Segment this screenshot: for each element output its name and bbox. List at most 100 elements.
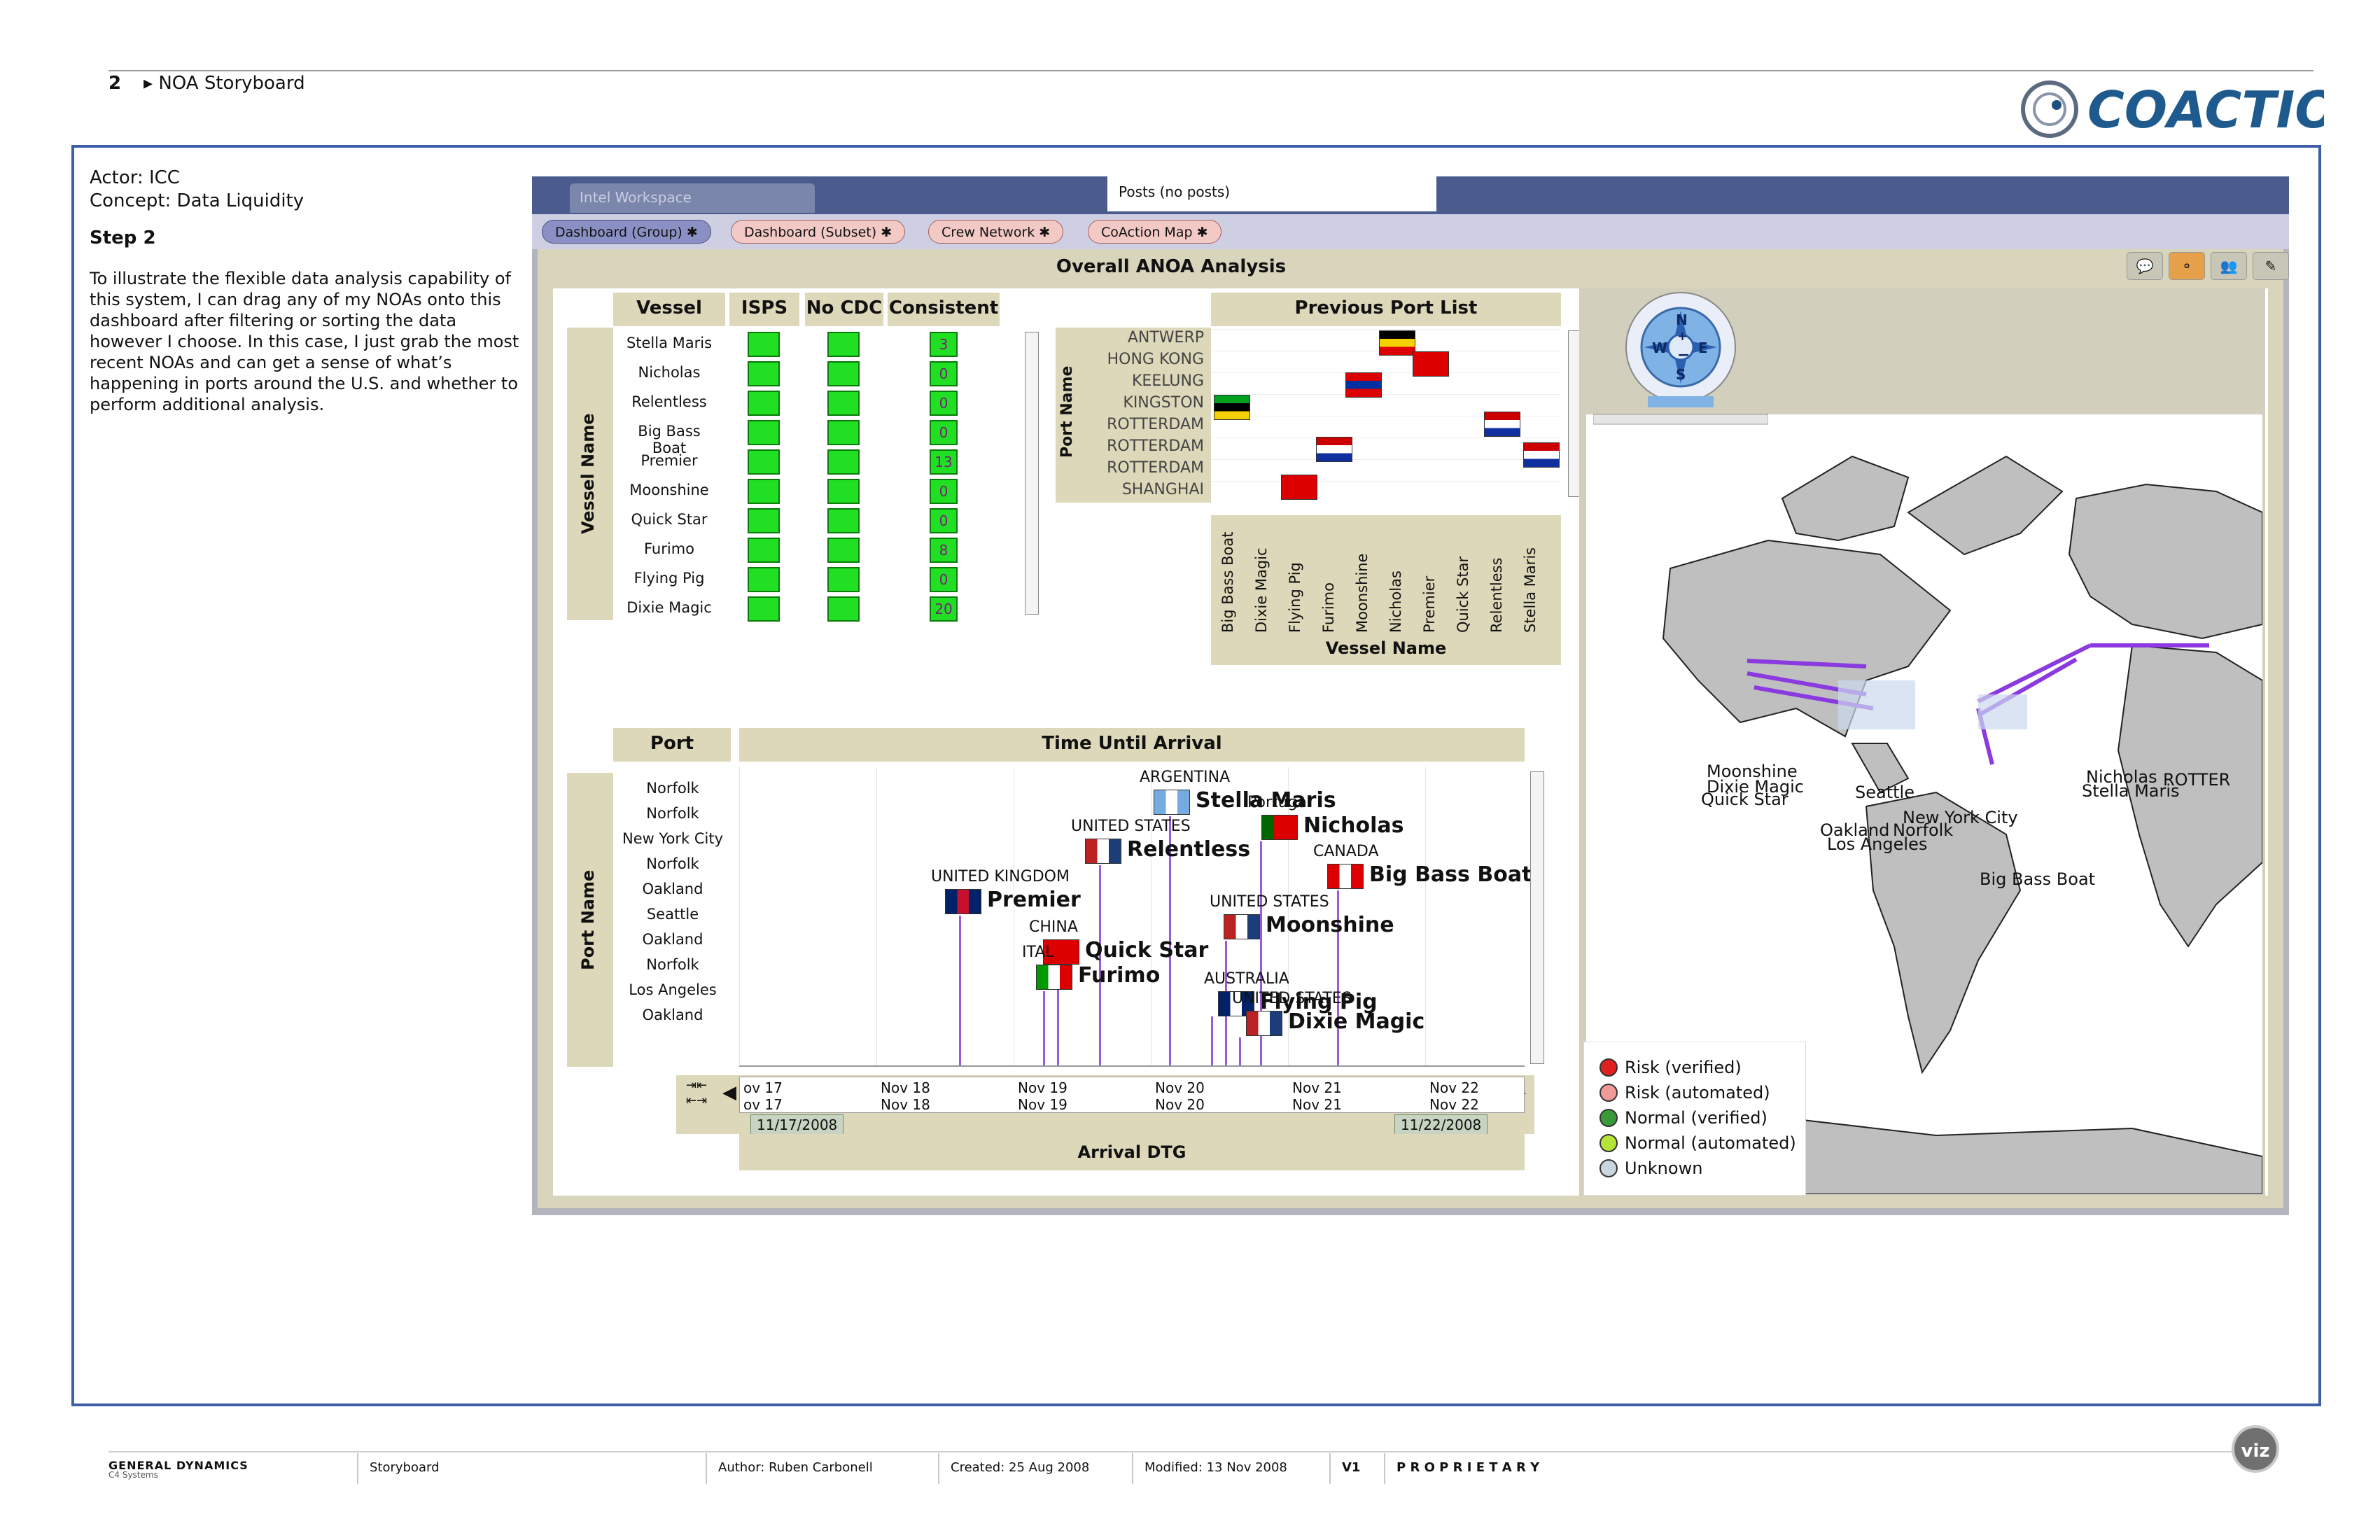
vessel-name-cell[interactable]: Quick Star — [620, 511, 718, 528]
vessel-name-cell[interactable]: Stella Maris — [620, 335, 718, 351]
posts-panel[interactable]: Posts (no posts) — [1107, 176, 1436, 211]
tab-dashboard-subset[interactable]: Dashboard (Subset) ✱ — [731, 220, 906, 244]
map-legend: Risk (verified) Risk (automated) Normal (v… — [1583, 1042, 1806, 1196]
map-location-label[interactable]: ROTTER — [2163, 770, 2230, 790]
timeline-port-label: Los Angeles — [629, 981, 717, 998]
vessel-name-cell[interactable]: Dixie Magic — [620, 599, 718, 616]
people-icon[interactable]: 👥 — [2211, 252, 2247, 280]
arrival-stem — [959, 916, 961, 1065]
arrival-stem — [1239, 1037, 1241, 1065]
previous-port-label: ROTTERDAM — [1107, 438, 1204, 455]
zoom-in-icon[interactable]: ⇥⇤ — [686, 1078, 707, 1093]
timeline-prev-icon[interactable]: ◀ — [722, 1082, 736, 1103]
comment-icon[interactable]: 💬 — [2127, 252, 2163, 280]
port-list-vessel-label[interactable]: Quick Star — [1455, 521, 1471, 633]
date-tick-label: Nov 21 — [1292, 1096, 1342, 1113]
svg-text:+: + — [1677, 329, 1688, 344]
tab-coaction-map[interactable]: CoAction Map ✱ — [1088, 220, 1222, 244]
arrival-dtg-label: Arrival DTG — [739, 1134, 1525, 1170]
connect-icon[interactable]: ⚬ — [2169, 252, 2205, 280]
isps-indicator — [748, 332, 780, 357]
vessel-name-cell[interactable]: Big Bass Boat — [620, 423, 718, 456]
vessel-axis-label: Vessel Name — [578, 413, 598, 535]
no-cdc-indicator — [827, 596, 860, 622]
timeline-baseline — [739, 1065, 1525, 1067]
arrival-vessel[interactable]: Premier — [987, 888, 1081, 912]
vessel-name-cell[interactable]: Nicholas — [620, 364, 718, 381]
vessel-name-cell[interactable]: Relentless — [620, 393, 718, 410]
port-list-vessel-label[interactable]: Furimo — [1320, 521, 1337, 633]
zoom-out-icon[interactable]: ⇤⇥ — [686, 1093, 707, 1108]
vessel-column-header[interactable]: Vessel — [613, 293, 725, 326]
tab-dashboard-group[interactable]: Dashboard (Group) ✱ — [542, 220, 711, 244]
port-list-vessel-label[interactable]: Dixie Magic — [1253, 521, 1270, 633]
step-description: To illustrate the flexible data analysis… — [90, 269, 519, 414]
vessel-name-cell[interactable]: Flying Pig — [620, 570, 718, 587]
port-list-vessel-label[interactable]: Moonshine — [1354, 521, 1371, 633]
map-location-label[interactable]: Norfolk — [1893, 820, 1953, 840]
previous-port-title: Previous Port List — [1211, 293, 1561, 326]
port-list-vessel-label[interactable]: Premier — [1421, 521, 1438, 633]
date-tick-label: Nov 19 — [1018, 1079, 1068, 1096]
consistent-column-header[interactable]: Consistent — [888, 293, 1000, 326]
map-location-label[interactable]: Quick Star — [1701, 790, 1788, 809]
port-column-header[interactable]: Port — [613, 728, 731, 762]
arrival-vessel[interactable]: Dixie Magic — [1288, 1009, 1424, 1034]
map-location-label[interactable]: Big Bass Boat — [1980, 869, 2095, 889]
port-list-vessel-label[interactable]: Stella Maris — [1522, 521, 1539, 633]
vessel-name-cell[interactable]: Premier — [620, 452, 718, 469]
arrival-vessel[interactable]: Moonshine — [1266, 913, 1394, 937]
posts-label: Posts (no posts) — [1119, 183, 1231, 200]
isps-indicator — [748, 596, 780, 622]
timeline-port-label: New York City — [622, 830, 723, 847]
no-cdc-indicator — [827, 567, 860, 592]
consistent-value: 0 — [930, 508, 958, 533]
footer-doc-type: Storyboard — [357, 1453, 700, 1484]
legend-label: Risk (verified) — [1625, 1058, 1742, 1077]
legend-label: Risk (automated) — [1625, 1083, 1770, 1102]
timeline-gridline — [1151, 767, 1152, 1065]
previous-port-label: ROTTERDAM — [1107, 416, 1204, 433]
arrival-vessel[interactable]: Big Bass Boat — [1369, 862, 1532, 887]
vessel-table-scrollbar[interactable] — [1025, 332, 1039, 615]
range-end-date[interactable]: 11/22/2008 — [1394, 1114, 1488, 1135]
footer-created: Created: 25 Aug 2008 — [938, 1453, 1130, 1484]
legend-item: Normal (verified) — [1600, 1108, 1768, 1128]
compass-n: N — [1676, 312, 1688, 328]
port-axis-label: Port Name — [1058, 365, 1076, 458]
wrench-icon[interactable]: ✎ — [2253, 252, 2289, 280]
no-cdc-indicator — [827, 332, 860, 357]
arrival-vessel[interactable]: Furimo — [1078, 963, 1160, 988]
timeline-scrollbar[interactable] — [1530, 771, 1544, 1064]
arrival-vessel[interactable]: Nicholas — [1303, 813, 1404, 838]
flag-icon — [1523, 442, 1560, 468]
port-list-vessel-label[interactable]: Big Bass Boat — [1219, 521, 1236, 633]
arrival-country: UNITED KINGDOM — [931, 868, 1070, 886]
no-cdc-indicator — [827, 508, 860, 533]
vessel-name-cell[interactable]: Furimo — [620, 540, 718, 557]
map-compass[interactable]: + − N E S W — [1593, 291, 1768, 428]
vessel-name-cell[interactable]: Moonshine — [620, 482, 718, 498]
tab-crew-network[interactable]: Crew Network ✱ — [928, 220, 1064, 244]
footer-version: V1 — [1329, 1453, 1382, 1484]
isps-column-header[interactable]: ISPS — [729, 293, 799, 326]
port-list-vessel-label[interactable]: Relentless — [1488, 521, 1505, 633]
workspace-tab[interactable]: Intel Workspace — [570, 183, 815, 213]
port-list-vessel-label[interactable]: Nicholas — [1387, 521, 1404, 633]
timeline-port-label: Norfolk — [646, 780, 699, 797]
consistent-value: 0 — [930, 567, 958, 592]
arrival-flag-icon — [945, 889, 981, 914]
timeline-date-axis — [739, 1077, 1525, 1113]
arrival-vessel[interactable]: Relentless — [1127, 837, 1250, 862]
flag-icon — [1281, 475, 1317, 500]
no-cdc-indicator — [827, 479, 860, 504]
panel-toolbar: 💬 ⚬ 👥 ✎ — [2127, 252, 2289, 280]
no-cdc-column-header[interactable]: No CDC — [805, 293, 883, 326]
timeline-gridline — [739, 767, 740, 1065]
viz-badge: viz — [2232, 1425, 2279, 1473]
port-list-vessel-label[interactable]: Flying Pig — [1287, 521, 1303, 633]
map-location-label[interactable]: Seattle — [1855, 783, 1914, 802]
range-start-date[interactable]: 11/17/2008 — [750, 1114, 844, 1135]
arrival-vessel[interactable]: Quick Star — [1085, 938, 1208, 962]
flag-icon — [1316, 437, 1352, 462]
